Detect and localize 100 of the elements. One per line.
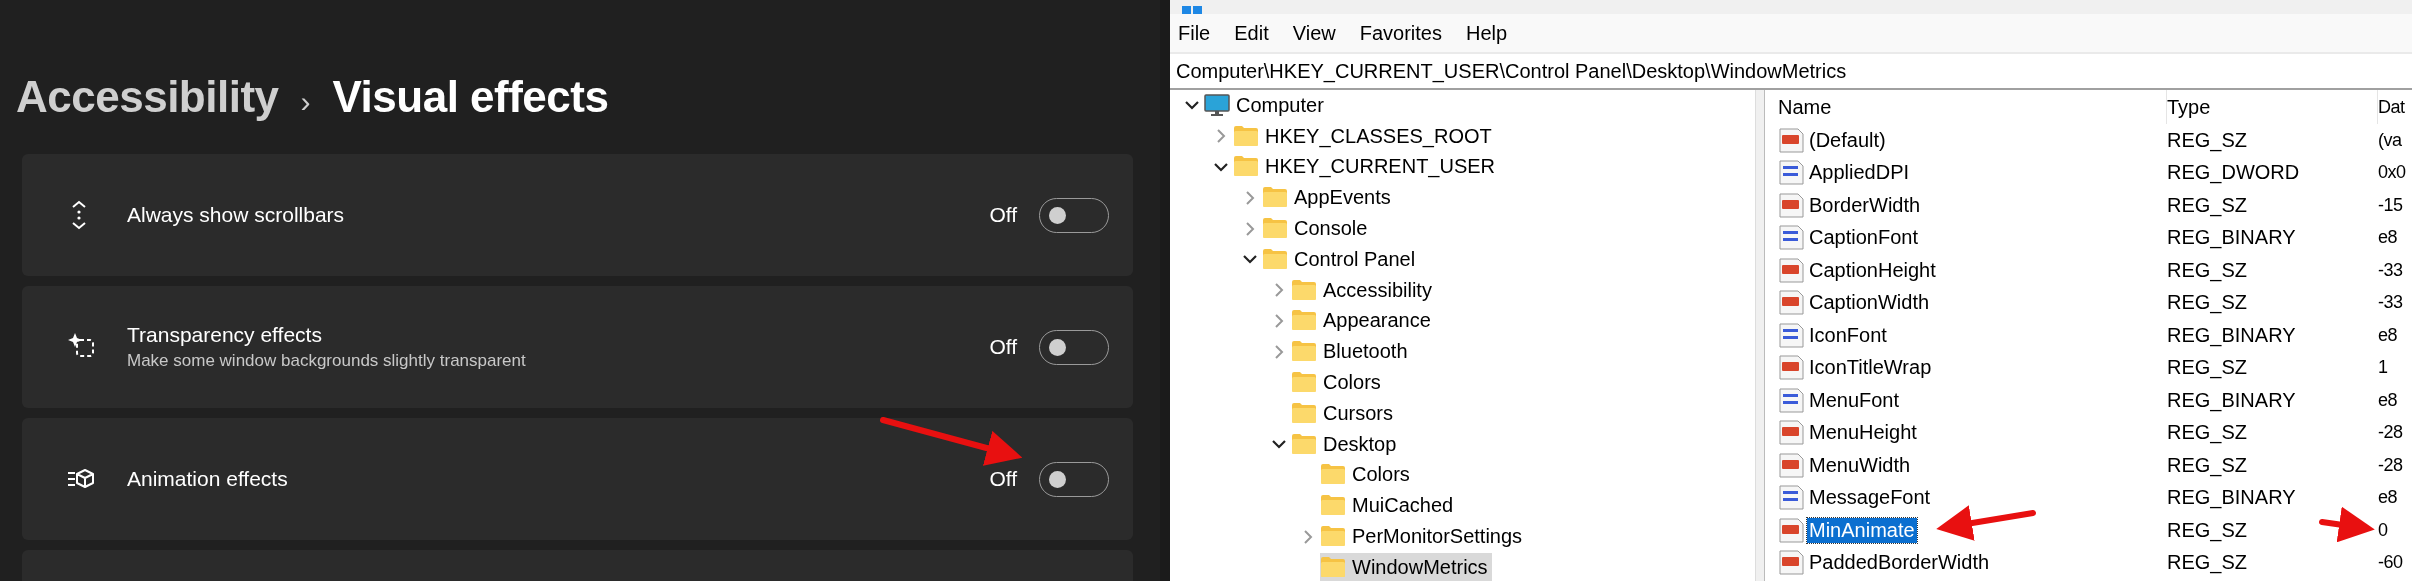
value-name[interactable]: MinAnimate — [1807, 517, 1917, 543]
binary-value-icon — [1778, 485, 1805, 511]
tree-item[interactable]: Colors — [1320, 460, 1414, 490]
binary-value-icon — [1778, 225, 1805, 251]
setting-title: Animation effects — [127, 467, 289, 491]
value-type: REG_BINARY — [2167, 323, 2296, 347]
folder-icon — [1291, 278, 1317, 302]
value-data: -28 — [2378, 454, 2403, 476]
folder-icon — [1291, 401, 1317, 425]
menu-item[interactable]: File — [1178, 21, 1211, 45]
value-data: e8 — [2378, 487, 2398, 509]
value-name[interactable]: PaddedBorderWidth — [1807, 550, 1992, 576]
value-name[interactable]: MessageFont — [1807, 485, 1933, 511]
binary-value-icon — [1778, 387, 1805, 413]
binary-value-icon — [1778, 322, 1805, 348]
value-type: REG_SZ — [2167, 421, 2248, 445]
string-value-icon — [1778, 420, 1805, 446]
value-data: 0x0 — [2378, 162, 2406, 184]
value-name[interactable]: (Default) — [1807, 127, 1888, 153]
value-name[interactable]: IconFont — [1807, 322, 1889, 348]
folder-icon — [1233, 155, 1259, 179]
value-name[interactable]: CaptionHeight — [1807, 257, 1938, 283]
tree-item[interactable]: Console — [1262, 214, 1372, 244]
value-data: e8 — [2378, 324, 2398, 346]
value-type: REG_SZ — [2167, 258, 2248, 282]
string-value-icon — [1778, 257, 1805, 283]
tree-item[interactable]: MuiCached — [1320, 491, 1458, 521]
address-bar[interactable]: Computer\HKEY_CURRENT_USER\Control Panel\Desktop\WindowMetrics — [1170, 54, 2412, 90]
value-name[interactable]: CaptionWidth — [1807, 290, 1932, 316]
folder-icon — [1291, 340, 1317, 364]
setting-title: Always show scrollbars — [127, 203, 346, 227]
value-name[interactable]: BorderWidth — [1807, 192, 1923, 218]
value-data: -15 — [2378, 194, 2403, 216]
value-data: e8 — [2378, 389, 2398, 411]
value-name[interactable]: MenuWidth — [1807, 452, 1913, 478]
value-data: -33 — [2378, 292, 2403, 314]
string-value-icon — [1778, 192, 1805, 218]
value-data: -28 — [2378, 422, 2403, 444]
tree-item[interactable]: Bluetooth — [1291, 337, 1412, 367]
value-name[interactable]: CaptionFont — [1807, 225, 1920, 251]
string-value-icon — [1778, 452, 1805, 478]
tree-item[interactable]: Computer — [1204, 90, 1328, 120]
breadcrumb-link[interactable]: Accessibility — [16, 72, 279, 122]
folder-icon — [1262, 217, 1288, 241]
menu-item[interactable]: Edit — [1234, 21, 1269, 45]
folder-icon — [1291, 371, 1317, 395]
menu-item[interactable]: View — [1292, 21, 1336, 45]
folder-icon — [1320, 463, 1346, 487]
value-data: -60 — [2378, 552, 2403, 574]
tree-item[interactable]: Control Panel — [1262, 244, 1420, 274]
value-name[interactable]: AppliedDPI — [1807, 160, 1912, 186]
folder-icon — [1262, 247, 1288, 271]
tree-item[interactable]: WindowMetrics — [1320, 552, 1492, 581]
folder-icon — [1291, 432, 1317, 456]
value-type: REG_BINARY — [2167, 388, 2296, 412]
value-type: REG_SZ — [2167, 128, 2248, 152]
toggle-state-label: Off — [989, 335, 1017, 359]
value-type: REG_SZ — [2167, 193, 2248, 217]
folder-icon — [1262, 186, 1288, 210]
tree-item[interactable]: AppEvents — [1262, 183, 1395, 213]
tree-item[interactable]: Colors — [1291, 368, 1385, 398]
tree-item[interactable]: Desktop — [1291, 429, 1401, 459]
string-value-icon — [1778, 355, 1805, 381]
value-type: REG_SZ — [2167, 291, 2248, 315]
page-title: Visual effects — [332, 72, 609, 122]
value-type: REG_SZ — [2167, 551, 2248, 575]
menu-item[interactable]: Help — [1465, 21, 1508, 45]
value-name[interactable]: IconTitleWrap — [1807, 355, 1934, 381]
value-name[interactable]: MenuFont — [1807, 387, 1902, 413]
folder-icon — [1320, 555, 1346, 579]
toggle-state-label: Off — [989, 467, 1017, 491]
tree-item[interactable]: Accessibility — [1291, 275, 1436, 305]
value-data: e8 — [2378, 227, 2398, 249]
tree-item[interactable]: PerMonitorSettings — [1320, 522, 1527, 552]
value-type: REG_SZ — [2167, 356, 2248, 380]
value-name[interactable]: MenuHeight — [1807, 420, 1919, 446]
setting-description: Make some window backgrounds slightly transparent — [127, 351, 527, 371]
tree-item[interactable]: HKEY_CLASSES_ROOT — [1233, 121, 1496, 151]
tree-item[interactable]: Cursors — [1291, 398, 1397, 428]
annotation-arrow — [2319, 506, 2375, 543]
pane-splitter[interactable] — [1755, 90, 1765, 581]
value-data: (va — [2378, 129, 2402, 151]
menu-item[interactable]: Favorites — [1359, 21, 1442, 45]
column-header[interactable]: Name — [1778, 90, 2167, 124]
tree-item[interactable]: Appearance — [1291, 306, 1435, 336]
tree-item[interactable]: HKEY_CURRENT_USER — [1233, 152, 1500, 182]
folder-icon — [1320, 525, 1346, 549]
value-type: REG_BINARY — [2167, 486, 2296, 510]
string-value-icon — [1778, 127, 1805, 153]
toggle-state-label: Off — [989, 203, 1017, 227]
column-header[interactable]: Dat — [2378, 90, 2412, 124]
string-value-icon — [1778, 290, 1805, 316]
monitor-icon — [1204, 93, 1230, 117]
column-header[interactable]: Type — [2167, 90, 2378, 124]
value-type: REG_BINARY — [2167, 226, 2296, 250]
cubes-icon — [1182, 6, 1202, 14]
value-type: REG_DWORD — [2167, 161, 2300, 185]
string-value-icon — [1778, 517, 1805, 543]
folder-icon — [1233, 124, 1259, 148]
value-data: 0 — [2378, 519, 2388, 541]
